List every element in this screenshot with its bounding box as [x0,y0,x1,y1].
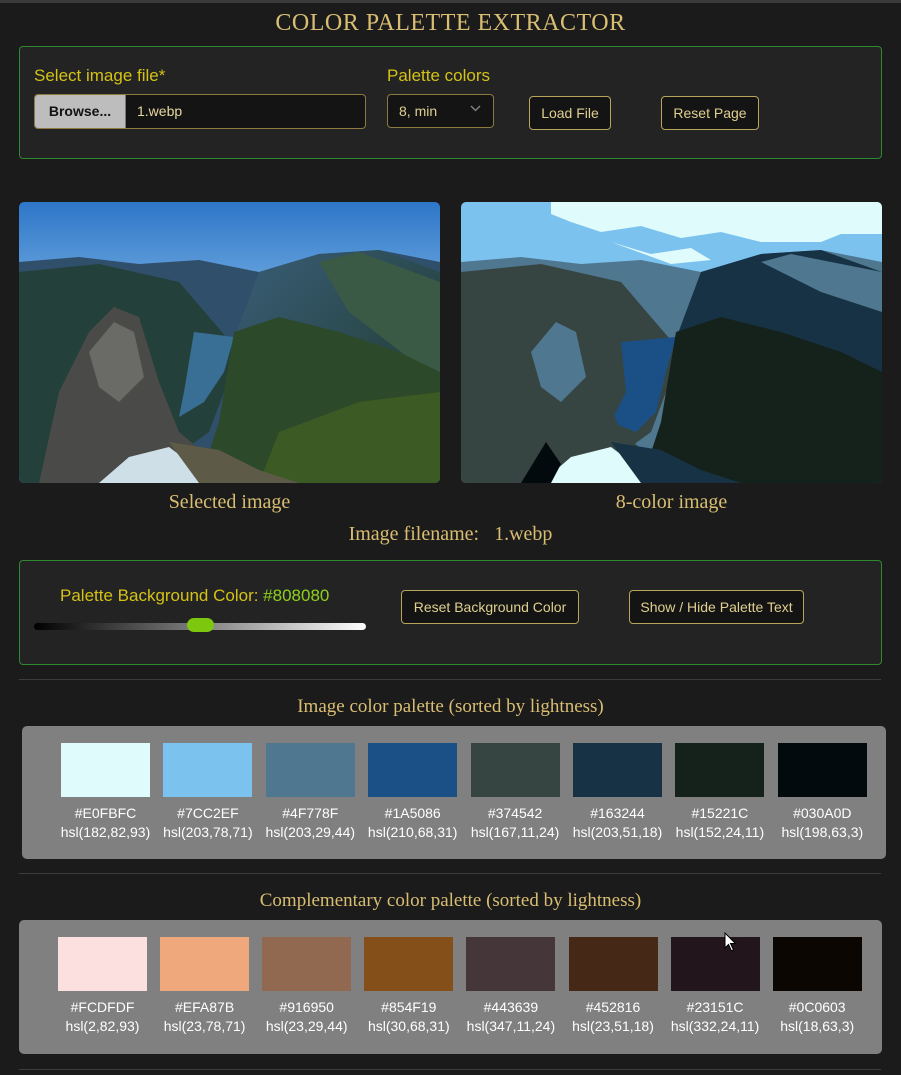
swatch-hsl: hsl(18,63,3) [780,1018,855,1034]
image-filename: Image filename: 1.webp [0,523,901,546]
palette-swatch: #4F778F hsl(203,29,44) [265,743,355,840]
complementary-palette: #FCDFDF hsl(2,82,93) #EFA87B hsl(23,78,71) #… [19,920,882,1054]
complementary-palette-title: Complementary color palette (sorted by l… [259,890,642,911]
swatch-color [163,743,253,797]
image-palette: #E0FBFC hsl(182,82,93) #7CC2EF hsl(203,78,7… [22,726,886,859]
swatch-hex: #0C0603 [788,999,846,1015]
top-border [0,0,901,3]
file-name: 1.webp [137,103,183,119]
swatch-color [466,937,556,991]
swatch-color [470,743,560,797]
chevron-down-icon [470,104,481,115]
palette-colors-value: 8, min [399,103,438,119]
swatch-color [61,743,150,797]
swatch-color [777,743,867,797]
background-color-value: #808080 [263,586,330,605]
swatch-color [670,937,760,991]
palette-swatch: #FCDFDF hsl(2,82,93) [58,937,147,1034]
palette-swatch: #916950 hsl(23,29,44) [262,937,352,1034]
browse-button[interactable]: Browse... [35,95,126,128]
image-filename-label: Image filename: [348,523,480,545]
palette-swatch: #1A5086 hsl(210,68,31) [368,743,458,840]
page-title: COLOR PALETTE EXTRACTOR [275,10,626,36]
selected-image [19,202,440,483]
palette-colors-label: Palette colors [387,66,490,85]
background-color-label: Palette Background Color: #808080 [60,586,329,606]
file-input[interactable]: Browse... 1.webp [34,94,366,129]
palette-swatch: #E0FBFC hsl(182,82,93) [61,743,150,840]
load-file-button[interactable]: Load File [529,96,611,130]
palette-swatch: #443639 hsl(347,11,24) [466,937,556,1034]
swatch-color [573,743,662,797]
swatch-color [160,937,250,991]
palette-swatch: #030A0D hsl(198,63,3) [777,743,867,840]
posterized-image-caption: 8-color image [615,491,728,513]
file-panel: Select image file* Browse... 1.webp Pale… [19,46,882,159]
divider [19,679,881,680]
palette-swatch: #15221C hsl(152,24,11) [675,743,765,840]
swatch-hsl: hsl(198,63,3) [781,824,864,840]
palette-swatch: #854F19 hsl(30,68,31) [364,937,454,1034]
palette-swatch: #7CC2EF hsl(203,78,71) [163,743,253,840]
background-panel: Palette Background Color: #808080 Reset … [19,560,882,665]
reset-background-button[interactable]: Reset Background Color [401,590,579,624]
selected-image-caption: Selected image [168,491,291,513]
divider [19,873,881,874]
palette-swatch: #163244 hsl(203,51,18) [573,743,662,840]
mouse-cursor-icon [724,931,738,952]
image-filename-value: 1.webp [494,523,553,545]
posterized-image [461,202,882,483]
swatch-color [368,743,458,797]
swatch-color [58,937,147,991]
divider [19,1069,881,1070]
swatch-hex: #030A0D [793,805,852,821]
palette-colors-select[interactable]: 8, min [387,94,494,128]
swatch-color [675,743,765,797]
swatch-color [772,937,862,991]
palette-swatch: #452816 hsl(23,51,18) [568,937,658,1034]
palette-swatch: #23151C hsl(332,24,11) [670,937,760,1034]
toggle-palette-text-button[interactable]: Show / Hide Palette Text [629,590,804,624]
swatch-color [568,937,658,991]
palette-swatch: #EFA87B hsl(23,78,71) [160,937,250,1034]
background-color-label-text: Palette Background Color: [60,586,264,605]
swatch-color [265,743,355,797]
image-palette-title: Image color palette (sorted by lightness… [297,696,604,717]
background-slider-thumb[interactable] [186,618,214,632]
select-file-label: Select image file* [34,66,166,85]
reset-page-button[interactable]: Reset Page [661,96,759,130]
palette-swatch: #374542 hsl(167,11,24) [470,743,560,840]
swatch-color [364,937,454,991]
swatch-color [262,937,352,991]
palette-swatch: #0C0603 hsl(18,63,3) [772,937,862,1034]
